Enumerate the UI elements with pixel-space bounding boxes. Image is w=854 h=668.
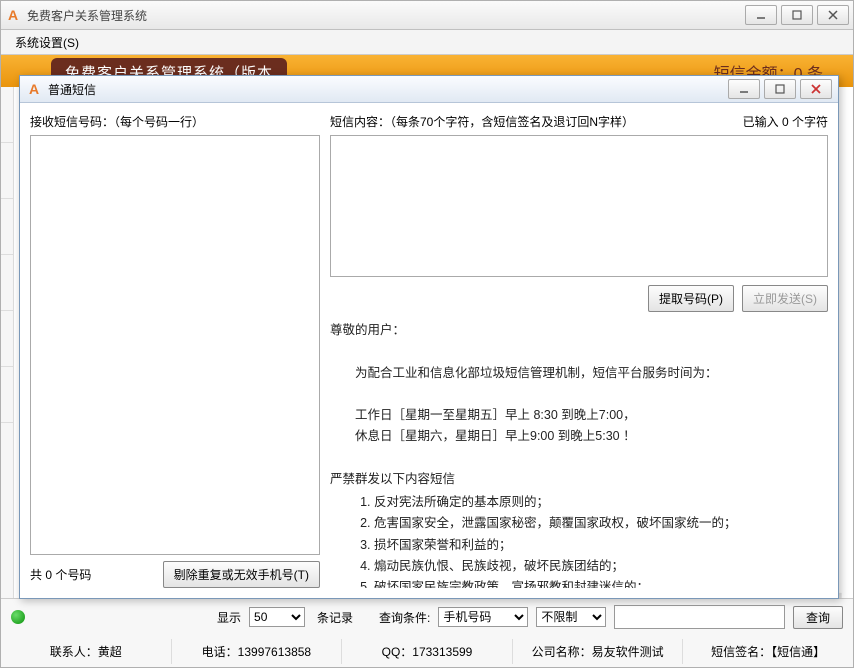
main-titlebar: A 免费客户关系管理系统: [1, 1, 853, 30]
status-dot-icon: [11, 610, 25, 624]
statusbar: 联系人：黄超 电话：13997613858 QQ：173313599 公司名称：…: [1, 634, 853, 667]
maximize-button[interactable]: [781, 5, 813, 25]
rule-item: 损坏国家荣誉和利益的；: [374, 535, 824, 556]
status-qq: QQ：173313599: [342, 639, 513, 664]
recipients-label: 接收短信号码：（每个号码一行）: [30, 113, 204, 130]
app-title: 免费客户关系管理系统: [27, 7, 745, 24]
sms-dialog: A 普通短信 接收短信号码：（每个号码一行） 共 0 个号码 剔除重复或无效手机…: [19, 75, 839, 599]
pagesize-select[interactable]: 50: [249, 607, 305, 627]
app-window: A 免费客户关系管理系统 系统设置(S) 免费客户关系管理系统（版本 短信余额：…: [0, 0, 854, 668]
content-label: 短信内容：（每条70个字符，含短信签名及退订回N字样）: [330, 113, 634, 130]
recipients-textarea[interactable]: [30, 135, 320, 555]
records-label: 条记录: [317, 609, 353, 626]
dedupe-button[interactable]: 剔除重复或无效手机号(T): [163, 561, 320, 588]
notice-text: 尊敬的用户： 为配合工业和信息化部垃圾短信管理机制，短信平台服务时间为： 工作日…: [330, 320, 828, 588]
dialog-minimize-button[interactable]: [728, 79, 760, 99]
status-company: 公司名称：易友软件测试: [513, 639, 684, 664]
extract-numbers-button[interactable]: 提取号码(P): [648, 285, 734, 312]
send-button[interactable]: 立即发送(S): [742, 285, 828, 312]
field-select[interactable]: 手机号码: [438, 607, 528, 627]
limit-select[interactable]: 不限制: [536, 607, 606, 627]
rule-item: 煽动民族仇恨、民族歧视，破坏民族团结的；: [374, 556, 824, 577]
query-button[interactable]: 查询: [793, 606, 843, 629]
bottom-toolbar: 显示 50 条记录 查询条件: 手机号码 不限制 查询: [1, 598, 853, 635]
content-panel: 短信内容：（每条70个字符，含短信签名及退订回N字样） 已输入 0 个字符 提取…: [330, 111, 828, 588]
dialog-maximize-button[interactable]: [764, 79, 796, 99]
dialog-titlebar: A 普通短信: [20, 76, 838, 103]
show-label: 显示: [217, 609, 241, 626]
dialog-close-button[interactable]: [800, 79, 832, 99]
status-contact: 联系人：黄超: [1, 639, 172, 664]
recipients-panel: 接收短信号码：（每个号码一行） 共 0 个号码 剔除重复或无效手机号(T): [30, 111, 320, 588]
status-phone: 电话：13997613858: [172, 639, 343, 664]
status-signature: 短信签名：【短信通】: [683, 639, 853, 664]
condition-label: 查询条件:: [379, 609, 430, 626]
rule-item: 危害国家安全，泄露国家秘密，颠覆国家政权，破坏国家统一的；: [374, 513, 824, 534]
menu-settings[interactable]: 系统设置(S): [9, 32, 85, 53]
minimize-button[interactable]: [745, 5, 777, 25]
close-button[interactable]: [817, 5, 849, 25]
dialog-title: 普通短信: [48, 81, 728, 98]
content-textarea[interactable]: [330, 135, 828, 277]
rule-item: 破坏国家民族宗教政策，宣扬邪教和封建迷信的；: [374, 577, 824, 588]
query-input[interactable]: [614, 605, 785, 629]
app-logo-icon: A: [5, 7, 21, 23]
left-splitter[interactable]: [1, 87, 14, 599]
rule-item: 反对宪法所确定的基本原则的；: [374, 492, 824, 513]
window-buttons: [745, 5, 849, 25]
recipients-count: 共 0 个号码: [30, 566, 91, 583]
dialog-body: 接收短信号码：（每个号码一行） 共 0 个号码 剔除重复或无效手机号(T) 短信…: [20, 103, 838, 598]
menubar: 系统设置(S): [1, 30, 853, 55]
char-counter: 已输入 0 个字符: [743, 113, 828, 130]
dialog-logo-icon: A: [26, 81, 42, 97]
